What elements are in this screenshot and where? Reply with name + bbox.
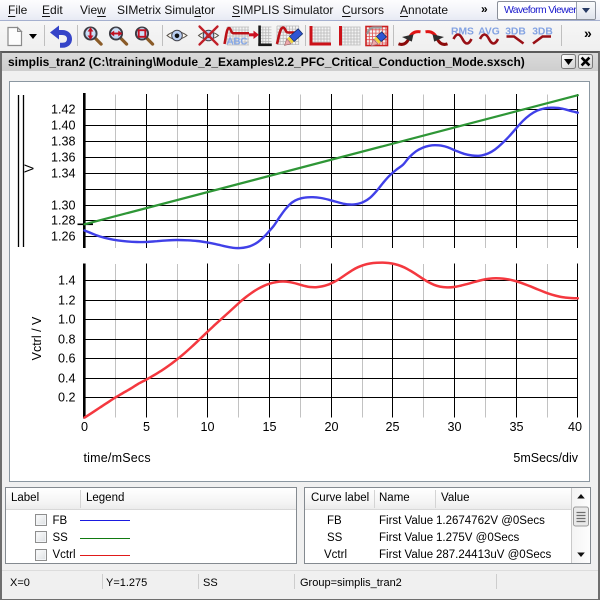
- svg-text:5mSecs/div: 5mSecs/div: [513, 451, 578, 465]
- svg-text:1.38: 1.38: [51, 135, 76, 149]
- svg-text:1.40: 1.40: [51, 119, 76, 133]
- svg-text:10: 10: [200, 420, 214, 434]
- svg-text:35: 35: [509, 420, 523, 434]
- svg-text:1.4: 1.4: [58, 274, 76, 288]
- svg-text:0.8: 0.8: [58, 333, 76, 347]
- svg-text:V: V: [22, 164, 36, 173]
- svg-text:1.26: 1.26: [51, 230, 76, 244]
- svg-text:0.4: 0.4: [58, 372, 76, 386]
- svg-text:1.34: 1.34: [51, 167, 76, 181]
- svg-text:ABC: ABC: [227, 36, 248, 47]
- svg-text:0.6: 0.6: [58, 352, 76, 366]
- svg-text:1.30: 1.30: [51, 199, 76, 213]
- svg-text:5: 5: [143, 420, 150, 434]
- svg-text:1.2: 1.2: [58, 294, 76, 308]
- svg-text:40: 40: [568, 420, 582, 434]
- svg-text:Vctrl / V: Vctrl / V: [30, 316, 44, 360]
- svg-text:20: 20: [324, 420, 338, 434]
- svg-text:25: 25: [385, 420, 399, 434]
- svg-text:1.36: 1.36: [51, 151, 76, 165]
- svg-text:30: 30: [447, 420, 461, 434]
- svg-text:time/mSecs: time/mSecs: [84, 451, 151, 465]
- svg-text:0.2: 0.2: [58, 391, 76, 405]
- svg-text:15: 15: [262, 420, 276, 434]
- svg-text:1.0: 1.0: [58, 313, 76, 327]
- svg-text:0: 0: [81, 420, 88, 434]
- svg-text:1.28: 1.28: [51, 214, 76, 228]
- svg-text:1.42: 1.42: [51, 103, 76, 117]
